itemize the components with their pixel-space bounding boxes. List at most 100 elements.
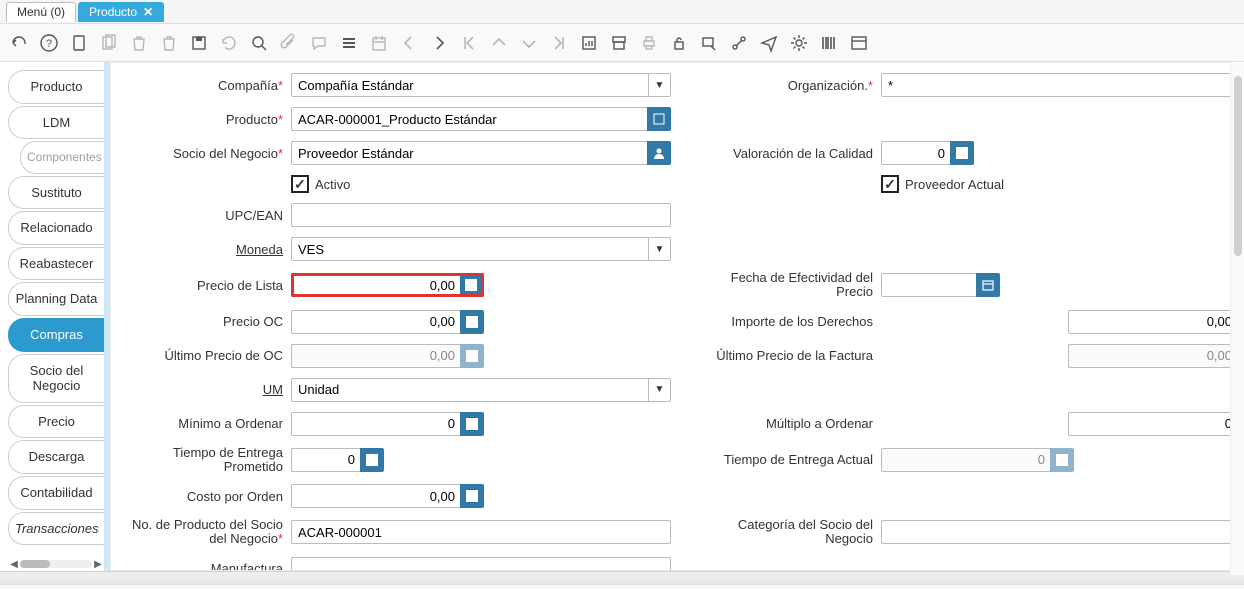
importe-derechos-input[interactable] [1068,310,1238,334]
label-tiempo-actual: Tiempo de Entrega Actual [711,452,881,467]
compania-dropdown-icon[interactable]: ▼ [649,73,671,97]
sidebar-item-socio[interactable]: Socio del Negocio [8,354,104,403]
label-compania: Compañía [218,78,278,93]
upcean-input[interactable] [291,203,671,227]
moneda-input[interactable] [291,237,649,261]
sidebar-item-transacciones[interactable]: Transacciones [8,512,104,546]
label-moneda: Moneda [131,242,291,257]
copy-icon[interactable] [98,32,120,54]
socio-search-button[interactable] [647,141,671,165]
costo-orden-input[interactable] [291,484,461,508]
scroll-right-icon[interactable]: ▶ [92,558,104,570]
label-precio-oc: Precio OC [131,314,291,329]
organizacion-input[interactable] [881,73,1239,97]
tab-menu[interactable]: Menú (0) [6,2,76,22]
tab-producto[interactable]: Producto ✕ [78,2,164,22]
um-input[interactable] [291,378,649,402]
search-icon[interactable] [248,32,270,54]
producto-search-button[interactable] [647,107,671,131]
vertical-scrollbar[interactable] [1230,62,1244,575]
form-area: Compañía* ▼ Organización.* ▼ Producto* S… [110,62,1244,571]
precio-oc-input[interactable] [291,310,461,334]
prev-icon[interactable] [488,32,510,54]
label-no-prod-socio: No. de Producto del Socio del Negocio [132,517,283,546]
valoracion-input[interactable] [881,141,951,165]
history-icon[interactable] [368,32,390,54]
label-manufactura: Manufactura [131,561,291,571]
multiplo-ordenar-input[interactable] [1068,412,1238,436]
zoom-icon[interactable] [698,32,720,54]
delete2-icon[interactable] [158,32,180,54]
parent-icon[interactable] [398,32,420,54]
sidebar-item-componentes[interactable]: Componentes [20,141,104,173]
last-icon[interactable] [548,32,570,54]
costo-orden-calc-button[interactable] [460,484,484,508]
manufactura-input[interactable] [291,557,671,571]
precio-lista-calc-button[interactable] [460,273,484,297]
next-icon[interactable] [518,32,540,54]
precio-oc-calc-button[interactable] [460,310,484,334]
sidebar-item-relacionado[interactable]: Relacionado [8,211,104,245]
label-activo: Activo [315,177,350,192]
min-ordenar-input[interactable] [291,412,461,436]
side-tabs-scrollbar[interactable]: ◀ ▶ [8,557,104,571]
help-icon[interactable] [38,32,60,54]
save-icon[interactable] [188,32,210,54]
lock-icon[interactable] [668,32,690,54]
chat-icon[interactable] [308,32,330,54]
sidebar-item-sustituto[interactable]: Sustituto [8,176,104,210]
producto-input[interactable] [291,107,648,131]
label-costo-orden: Costo por Orden [131,489,291,504]
window-icon[interactable] [848,32,870,54]
scroll-left-icon[interactable]: ◀ [8,558,20,570]
um-dropdown-icon[interactable]: ▼ [649,378,671,402]
label-min-ordenar: Mínimo a Ordenar [131,416,291,431]
first-icon[interactable] [458,32,480,54]
delete-icon[interactable] [128,32,150,54]
valoracion-calc-button[interactable] [950,141,974,165]
proveedor-actual-checkbox[interactable]: ✓Proveedor Actual [881,175,1004,193]
close-icon[interactable]: ✕ [143,5,153,19]
window-tabs: Menú (0) Producto ✕ [0,0,1244,24]
categoria-socio-input[interactable] [881,520,1244,544]
sidebar-item-precio[interactable]: Precio [8,405,104,439]
sidebar-item-planning[interactable]: Planning Data [8,282,104,316]
tiempo-actual-input [881,448,1051,472]
print-icon[interactable] [638,32,660,54]
attach-icon[interactable] [278,32,300,54]
label-importe-derechos: Importe de los Derechos [711,314,881,329]
request-icon[interactable] [758,32,780,54]
gear-icon[interactable] [788,32,810,54]
no-prod-socio-input[interactable] [291,520,671,544]
grid-toggle-icon[interactable] [338,32,360,54]
moneda-dropdown-icon[interactable]: ▼ [649,237,671,261]
fecha-efectividad-cal-button[interactable] [976,273,1000,297]
ult-precio-factura-input [1068,344,1238,368]
precio-lista-input[interactable] [291,273,461,297]
sidebar-item-compras[interactable]: Compras [8,318,104,352]
undo-icon[interactable] [8,32,30,54]
sidebar-item-reabastecer[interactable]: Reabastecer [8,247,104,281]
refresh-icon[interactable] [218,32,240,54]
fecha-efectividad-input[interactable] [881,273,977,297]
sidebar-item-ldm[interactable]: LDM [8,106,104,140]
ult-precio-oc-input [291,344,461,368]
min-ordenar-calc-button[interactable] [460,412,484,436]
workflow-icon[interactable] [728,32,750,54]
activo-checkbox[interactable]: ✓Activo [291,175,350,193]
sidebar-item-contabilidad[interactable]: Contabilidad [8,476,104,510]
archive-icon[interactable] [608,32,630,54]
sidebar-item-descarga[interactable]: Descarga [8,440,104,474]
socio-input[interactable] [291,141,648,165]
report-icon[interactable] [578,32,600,54]
new-icon[interactable] [68,32,90,54]
label-proveedor-actual: Proveedor Actual [905,177,1004,192]
compania-input[interactable] [291,73,649,97]
tiempo-prometido-calc-button[interactable] [360,448,384,472]
sidebar-item-producto[interactable]: Producto [8,70,104,104]
label-valoracion: Valoración de la Calidad [711,146,881,161]
product-info-icon[interactable] [818,32,840,54]
detail-icon[interactable] [428,32,450,54]
tiempo-prometido-input[interactable] [291,448,361,472]
label-upcean: UPC/EAN [131,208,291,223]
